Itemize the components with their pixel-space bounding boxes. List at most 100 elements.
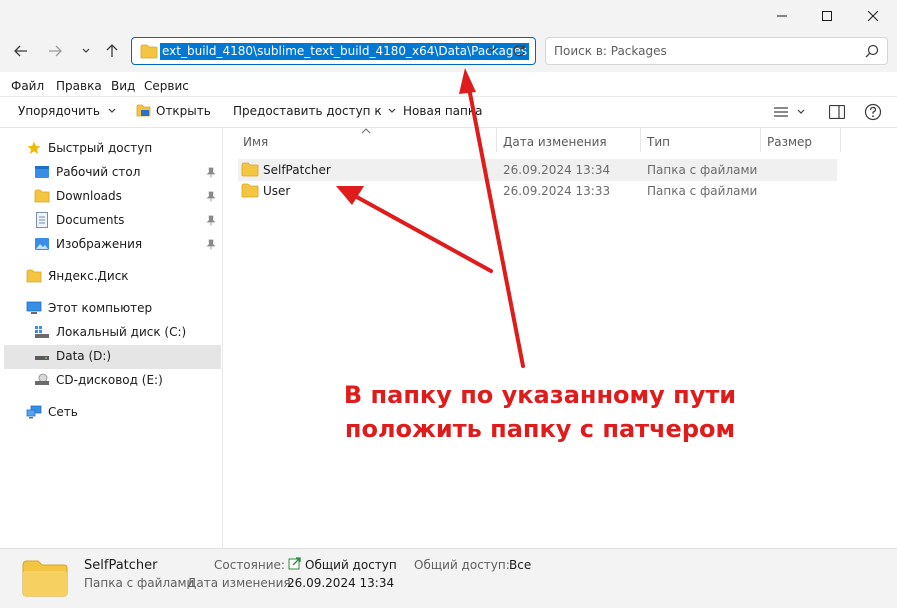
pin-icon[interactable] — [206, 167, 216, 178]
open-folder-icon — [136, 104, 151, 117]
sidebar-item-label: Documents — [56, 213, 125, 227]
menu-service[interactable]: Сервис — [144, 79, 189, 93]
recent-locations-button[interactable] — [76, 38, 96, 64]
help-button[interactable] — [864, 103, 882, 121]
open-label: Открыть — [156, 104, 211, 118]
column-header-type[interactable]: Тип — [647, 135, 670, 149]
table-row[interactable]: SelfPatcher 26.09.2024 13:34 Папка с фай… — [238, 159, 838, 181]
sidebar-item-data-d[interactable]: Data (D:) — [34, 345, 111, 367]
file-type: Папка с файлами — [647, 163, 758, 177]
organize-label: Упорядочить — [18, 104, 100, 118]
share-label: Общий доступ: — [414, 558, 510, 572]
sidebar-item-label: Сеть — [48, 405, 78, 419]
sidebar-item-this-pc[interactable]: Этот компьютер — [26, 297, 152, 319]
folder-icon — [34, 188, 50, 204]
help-icon — [864, 103, 882, 121]
column-divider[interactable] — [496, 128, 497, 152]
system-drive-icon — [34, 324, 50, 340]
address-bar[interactable]: ext_build_4180\sublime_text_build_4180_x… — [131, 37, 536, 65]
column-divider[interactable] — [840, 128, 841, 152]
preview-pane-button[interactable] — [829, 105, 845, 119]
sidebar-item-label: Локальный диск (C:) — [56, 325, 187, 339]
star-icon — [26, 140, 42, 156]
share-value: Все — [509, 558, 532, 572]
column-divider[interactable] — [760, 128, 761, 152]
annotation-text: В папку по указанному пути положить папк… — [340, 378, 740, 446]
pin-icon[interactable] — [206, 215, 216, 226]
close-button[interactable] — [850, 0, 896, 32]
organize-button[interactable]: Упорядочить — [18, 104, 116, 118]
network-icon — [26, 404, 42, 420]
file-date: 26.09.2024 13:34 — [503, 163, 611, 177]
large-folder-icon — [22, 560, 68, 597]
sidebar-item-documents[interactable]: Documents — [34, 209, 124, 231]
selected-item-type: Папка с файлами — [84, 576, 195, 590]
sidebar-item-label: Яндекс.Диск — [48, 269, 129, 283]
sidebar-item-downloads[interactable]: Downloads — [34, 185, 122, 207]
cd-drive-icon — [34, 372, 50, 388]
back-button[interactable] — [8, 38, 34, 64]
maximize-button[interactable] — [804, 0, 850, 32]
file-name: User — [263, 184, 291, 198]
desktop-icon — [34, 164, 50, 180]
pin-icon[interactable] — [206, 239, 216, 250]
maximize-icon — [822, 11, 832, 21]
refresh-icon[interactable] — [512, 44, 526, 58]
folder-icon — [241, 183, 259, 198]
address-dropdown-icon[interactable] — [487, 45, 497, 53]
sidebar-item-yandex-disk[interactable]: Яндекс.Диск — [26, 265, 129, 287]
column-header-date[interactable]: Дата изменения — [503, 135, 607, 149]
annotation-line-1: В папку по указанному пути — [343, 381, 737, 409]
file-date: 26.09.2024 13:33 — [503, 184, 611, 198]
chevron-down-icon — [108, 108, 116, 113]
chevron-down-icon — [797, 109, 805, 114]
column-header-size[interactable]: Размер — [767, 135, 812, 149]
annotation-line-2: положить папку с патчером — [344, 415, 736, 443]
sidebar-item-label: CD-дисковод (E:) — [56, 373, 163, 387]
sidebar-item-desktop[interactable]: Рабочий стол — [34, 161, 140, 183]
pin-icon[interactable] — [206, 191, 216, 202]
sidebar-item-label: Рабочий стол — [56, 165, 141, 179]
modified-label: Дата изменения: — [187, 576, 295, 590]
list-view-icon — [774, 107, 788, 117]
new-folder-button[interactable]: Новая папка — [403, 104, 482, 118]
sidebar-item-label: Data (D:) — [56, 349, 112, 363]
sidebar-item-network[interactable]: Сеть — [26, 401, 78, 423]
menu-view[interactable]: Вид — [111, 79, 135, 93]
sidebar-item-local-disk-c[interactable]: Локальный диск (C:) — [34, 321, 186, 343]
arrow-up-icon — [106, 44, 118, 57]
forward-button[interactable] — [42, 38, 68, 64]
modified-value: 26.09.2024 13:34 — [287, 576, 395, 590]
sidebar-item-images[interactable]: Изображения — [34, 233, 142, 255]
chevron-down-icon — [388, 108, 396, 113]
arrow-right-icon — [49, 45, 62, 57]
column-header-name[interactable]: Имя — [243, 135, 268, 149]
drive-icon — [34, 348, 50, 364]
state-value: Общий доступ — [305, 558, 397, 572]
share-label: Предоставить доступ к — [233, 104, 382, 118]
search-box[interactable]: Поиск в: Packages — [545, 37, 888, 65]
up-button[interactable] — [99, 38, 125, 64]
search-icon — [865, 44, 879, 58]
view-options-button[interactable] — [773, 106, 805, 118]
minimize-button[interactable] — [759, 0, 805, 32]
menu-bar: Файл Правка Вид Сервис — [0, 76, 897, 96]
sort-ascending-icon — [361, 128, 371, 134]
menu-file[interactable]: Файл — [11, 79, 44, 93]
sidebar-item-label: Быстрый доступ — [48, 141, 153, 155]
command-bar: Упорядочить Открыть Предоставить доступ … — [0, 96, 897, 128]
share-button[interactable]: Предоставить доступ к — [233, 104, 396, 118]
address-path[interactable]: ext_build_4180\sublime_text_build_4180_x… — [160, 43, 530, 60]
sidebar-item-label: Этот компьютер — [48, 301, 153, 315]
details-bar: SelfPatcher Папка с файлами Состояние: О… — [0, 548, 897, 608]
table-row[interactable]: User 26.09.2024 13:33 Папка с файлами — [238, 180, 838, 202]
column-divider[interactable] — [640, 128, 641, 152]
folder-icon — [241, 162, 259, 177]
menu-edit[interactable]: Правка — [56, 79, 102, 93]
new-folder-label: Новая папка — [403, 104, 483, 118]
sidebar-item-cd-drive-e[interactable]: CD-дисковод (E:) — [34, 369, 163, 391]
open-button[interactable]: Открыть — [136, 104, 211, 118]
sidebar-item-quick-access[interactable]: Быстрый доступ — [26, 137, 152, 159]
folder-icon — [26, 268, 42, 284]
sidebar-item-label: Downloads — [56, 189, 122, 203]
